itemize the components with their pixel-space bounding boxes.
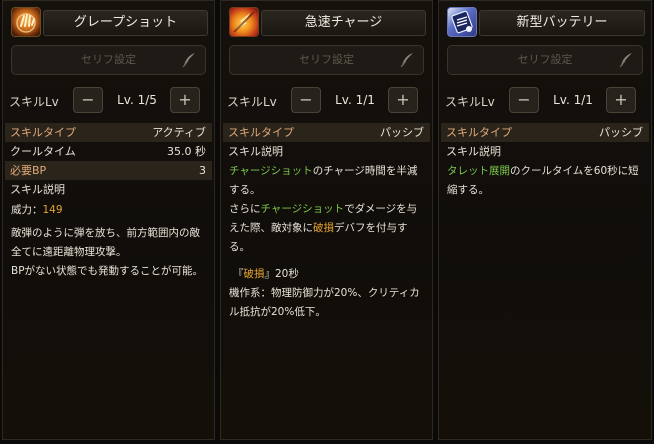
stat-row-skill-type: スキルタイプ アクティブ bbox=[5, 123, 212, 142]
stat-row-description-header: スキル説明 bbox=[441, 142, 649, 161]
skill-title-bar: 新型バッテリー bbox=[479, 10, 645, 36]
stat-value: 3 bbox=[199, 164, 206, 177]
stat-key: スキル説明 bbox=[446, 145, 501, 158]
skill-level-value: Lv. 1/1 bbox=[335, 93, 375, 107]
power-line: 威力：149 bbox=[11, 201, 208, 220]
skill-description: タレット展開のクールタイムを60秒に短縮する。 bbox=[447, 162, 645, 200]
keyword-charge-shot: チャージショット bbox=[229, 165, 313, 177]
serif-settings-label: セリフ設定 bbox=[81, 53, 136, 66]
stat-row-required-bp: 必要BP 3 bbox=[5, 161, 212, 180]
skill-level-value: Lv. 1/1 bbox=[553, 93, 593, 107]
skill-title-bar: 急速チャージ bbox=[261, 10, 426, 36]
keyword-damage-debuff: 破損 bbox=[313, 222, 334, 234]
level-decrease-button[interactable]: − bbox=[73, 87, 103, 113]
stat-row-skill-type: スキルタイプ パッシブ bbox=[441, 123, 649, 142]
skill-stats: スキルタイプ パッシブ スキル説明 bbox=[441, 123, 649, 161]
power-value: 149 bbox=[42, 204, 63, 216]
skill-card-grapeshot: グレープショット セリフ設定 スキルLv − Lv. 1/5 + スキルタイプ … bbox=[2, 0, 215, 440]
skill-header: 新型バッテリー bbox=[445, 7, 645, 39]
stat-key: スキルタイプ bbox=[10, 126, 76, 139]
stat-value: パッシブ bbox=[599, 126, 643, 139]
skill-stats: スキルタイプ アクティブ クールタイム 35.0 秒 必要BP 3 スキル説明 bbox=[5, 123, 212, 199]
feather-pen-icon bbox=[400, 53, 413, 68]
text-segment: 『 bbox=[233, 268, 244, 280]
skill-description: 威力：149 敵弾のように弾を放ち、前方範囲内の敵全てに遠距離物理攻撃。 BPが… bbox=[11, 201, 208, 281]
skill-card-new-battery: 新型バッテリー セリフ設定 スキルLv − Lv. 1/1 + スキルタイプ パ… bbox=[438, 0, 652, 440]
level-increase-button[interactable]: + bbox=[606, 87, 636, 113]
skill-level-label: スキルLv bbox=[445, 95, 495, 109]
serif-settings-button[interactable]: セリフ設定 bbox=[447, 45, 643, 75]
stat-row-description-header: スキル説明 bbox=[5, 180, 212, 199]
stat-key: スキル説明 bbox=[10, 183, 65, 196]
stat-key: スキルタイプ bbox=[446, 126, 512, 139]
serif-settings-label: セリフ設定 bbox=[299, 53, 354, 66]
description-text: タレット展開のクールタイムを60秒に短縮する。 bbox=[447, 162, 645, 200]
stat-row-cooltime: クールタイム 35.0 秒 bbox=[5, 142, 212, 161]
skill-level-row: スキルLv − Lv. 1/1 + bbox=[221, 87, 432, 115]
rapid-charge-icon bbox=[229, 7, 259, 37]
description-text: チャージショットのチャージ時間を半減する。 bbox=[229, 162, 426, 200]
level-decrease-button[interactable]: − bbox=[509, 87, 539, 113]
serif-settings-button[interactable]: セリフ設定 bbox=[229, 45, 424, 75]
text-segment: 』20秒 bbox=[264, 268, 299, 280]
skill-level-value: Lv. 1/5 bbox=[117, 93, 157, 107]
level-increase-button[interactable]: + bbox=[170, 87, 200, 113]
power-label: 威力： bbox=[11, 204, 43, 216]
stat-value: アクティブ bbox=[152, 126, 206, 139]
skill-level-row: スキルLv − Lv. 1/1 + bbox=[439, 87, 651, 115]
skill-title: 新型バッテリー bbox=[516, 15, 608, 30]
skill-header: グレープショット bbox=[9, 7, 208, 39]
serif-settings-label: セリフ設定 bbox=[517, 53, 573, 66]
grapeshot-hand-icon bbox=[11, 7, 41, 37]
battery-icon bbox=[447, 7, 477, 37]
skill-title: 急速チャージ bbox=[304, 15, 383, 30]
stat-key: 必要BP bbox=[10, 164, 47, 177]
level-increase-button[interactable]: + bbox=[388, 87, 418, 113]
debuff-title: 『破損』20秒 bbox=[229, 265, 426, 284]
description-text: BPがない状態でも発動することが可能。 bbox=[11, 265, 204, 277]
stat-key: スキルタイプ bbox=[228, 126, 294, 139]
serif-settings-button[interactable]: セリフ設定 bbox=[11, 45, 206, 75]
keyword-charge-shot: チャージショット bbox=[260, 203, 345, 215]
feather-pen-icon bbox=[619, 53, 632, 68]
stat-row-skill-type: スキルタイプ パッシブ bbox=[223, 123, 430, 142]
skill-level-row: スキルLv − Lv. 1/5 + bbox=[3, 87, 214, 115]
stat-key: スキル説明 bbox=[228, 145, 283, 158]
skill-card-rapid-charge: 急速チャージ セリフ設定 スキルLv − Lv. 1/1 + スキルタイプ パッ… bbox=[220, 0, 433, 440]
skill-compare-screen: グレープショット セリフ設定 スキルLv − Lv. 1/5 + スキルタイプ … bbox=[0, 0, 654, 444]
skill-title-bar: グレープショット bbox=[43, 10, 208, 36]
skill-title: グレープショット bbox=[73, 15, 178, 30]
skill-level-label: スキルLv bbox=[227, 95, 277, 109]
text-segment: さらに bbox=[229, 203, 261, 215]
debuff-effect: 機作系：物理防御力が20%、クリティカル抵抗が20%低下。 bbox=[229, 287, 420, 318]
skill-description: チャージショットのチャージ時間を半減する。 さらにチャージショットでダメージを与… bbox=[229, 162, 426, 322]
stat-row-description-header: スキル説明 bbox=[223, 142, 430, 161]
level-decrease-button[interactable]: − bbox=[291, 87, 321, 113]
stat-value: 35.0 秒 bbox=[167, 145, 206, 158]
skill-stats: スキルタイプ パッシブ スキル説明 bbox=[223, 123, 430, 161]
stat-key: クールタイム bbox=[10, 145, 76, 158]
skill-header: 急速チャージ bbox=[227, 7, 426, 39]
feather-pen-icon bbox=[182, 53, 195, 68]
description-text: 敵弾のように弾を放ち、前方範囲内の敵全てに遠距離物理攻撃。 bbox=[11, 227, 200, 258]
keyword-turret-deploy: タレット展開 bbox=[447, 165, 510, 177]
skill-level-label: スキルLv bbox=[9, 95, 59, 109]
stat-value: パッシブ bbox=[380, 126, 424, 139]
description-text: さらにチャージショットでダメージを与えた際、敵対象に破損デバフを付与する。 bbox=[229, 200, 426, 257]
keyword-damage-debuff: 破損 bbox=[243, 268, 265, 280]
